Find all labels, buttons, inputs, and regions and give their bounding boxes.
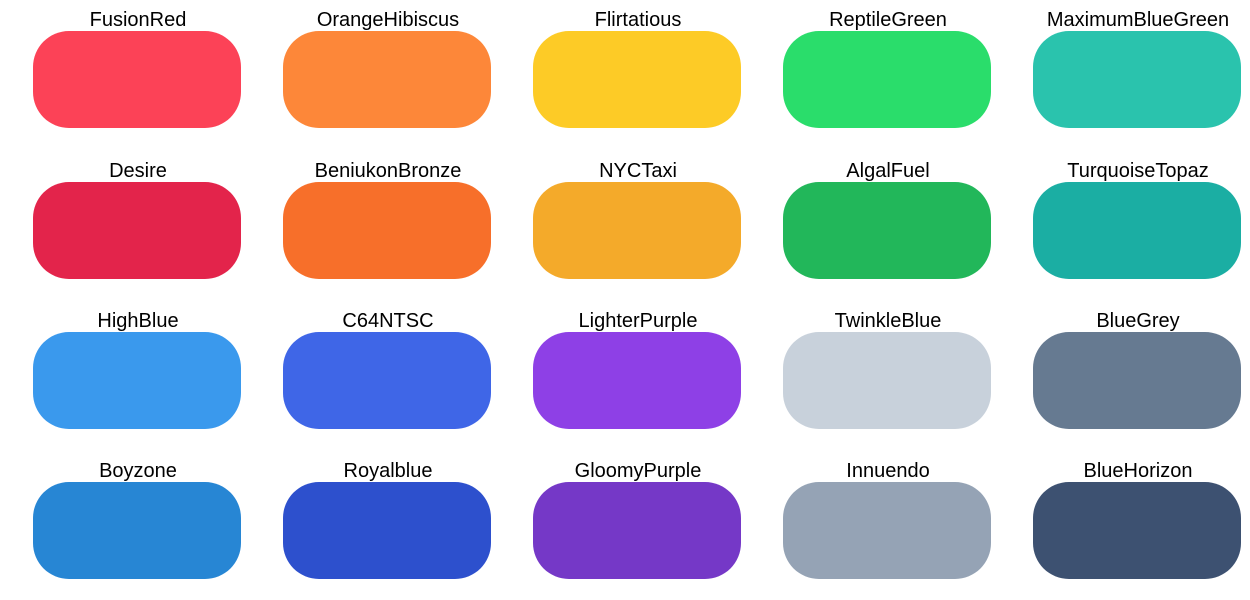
color-block (33, 482, 241, 579)
swatch-label: TwinkleBlue (834, 310, 942, 332)
swatch-twinkleblue: TwinkleBlue (783, 309, 993, 429)
color-block (533, 332, 741, 429)
swatch-gloomypurple: GloomyPurple (533, 459, 743, 579)
color-block (783, 332, 991, 429)
color-block (33, 31, 241, 128)
swatch-label: Desire (109, 160, 167, 182)
swatch-bluehorizon: BlueHorizon (1033, 459, 1243, 579)
color-block (283, 332, 491, 429)
color-block (783, 31, 991, 128)
color-block (783, 182, 991, 279)
swatch-nyctaxi: NYCTaxi (533, 159, 743, 279)
swatch-label: BlueGrey (1096, 310, 1180, 332)
color-block (533, 482, 741, 579)
swatch-label: NYCTaxi (599, 160, 677, 182)
color-block (1033, 332, 1241, 429)
swatch-label: GloomyPurple (574, 460, 702, 482)
color-block (283, 482, 491, 579)
swatch-algalfuel: AlgalFuel (783, 159, 993, 279)
swatch-reptilegreen: ReptileGreen (783, 8, 993, 128)
color-block (33, 332, 241, 429)
color-block (283, 182, 491, 279)
swatch-desire: Desire (33, 159, 243, 279)
swatch-label: Flirtatious (594, 9, 682, 31)
swatch-lighterpurple: LighterPurple (533, 309, 743, 429)
swatch-label: OrangeHibiscus (316, 9, 460, 31)
swatch-beniukonbronze: BeniukonBronze (283, 159, 493, 279)
swatch-flirtatious: Flirtatious (533, 8, 743, 128)
color-block (33, 182, 241, 279)
color-block (283, 31, 491, 128)
swatch-label: BlueHorizon (1083, 460, 1193, 482)
color-block (783, 482, 991, 579)
color-block (1033, 182, 1241, 279)
swatch-label: MaximumBlueGreen (1046, 9, 1230, 31)
swatch-label: LighterPurple (578, 310, 698, 332)
swatch-turquoisetopaz: TurquoiseTopaz (1033, 159, 1243, 279)
swatch-label: ReptileGreen (829, 9, 947, 31)
swatch-fusionred: FusionRed (33, 8, 243, 128)
color-palette-grid: FusionRed OrangeHibiscus Flirtatious Rep… (0, 0, 1250, 600)
swatch-maximumbluegreen: MaximumBlueGreen (1033, 8, 1243, 128)
swatch-label: AlgalFuel (846, 160, 930, 182)
swatch-label: Boyzone (99, 460, 177, 482)
color-block (1033, 31, 1241, 128)
swatch-label: Innuendo (846, 460, 930, 482)
swatch-label: TurquoiseTopaz (1067, 160, 1209, 182)
swatch-royalblue: Royalblue (283, 459, 493, 579)
swatch-label: BeniukonBronze (314, 160, 462, 182)
swatch-orangehibiscus: OrangeHibiscus (283, 8, 493, 128)
color-block (533, 182, 741, 279)
swatch-c64ntsc: C64NTSC (283, 309, 493, 429)
color-block (533, 31, 741, 128)
swatch-label: HighBlue (97, 310, 179, 332)
swatch-label: FusionRed (89, 9, 187, 31)
swatch-label: Royalblue (343, 460, 433, 482)
color-block (1033, 482, 1241, 579)
swatch-highblue: HighBlue (33, 309, 243, 429)
swatch-bluegrey: BlueGrey (1033, 309, 1243, 429)
swatch-label: C64NTSC (342, 310, 434, 332)
swatch-innuendo: Innuendo (783, 459, 993, 579)
swatch-boyzone: Boyzone (33, 459, 243, 579)
